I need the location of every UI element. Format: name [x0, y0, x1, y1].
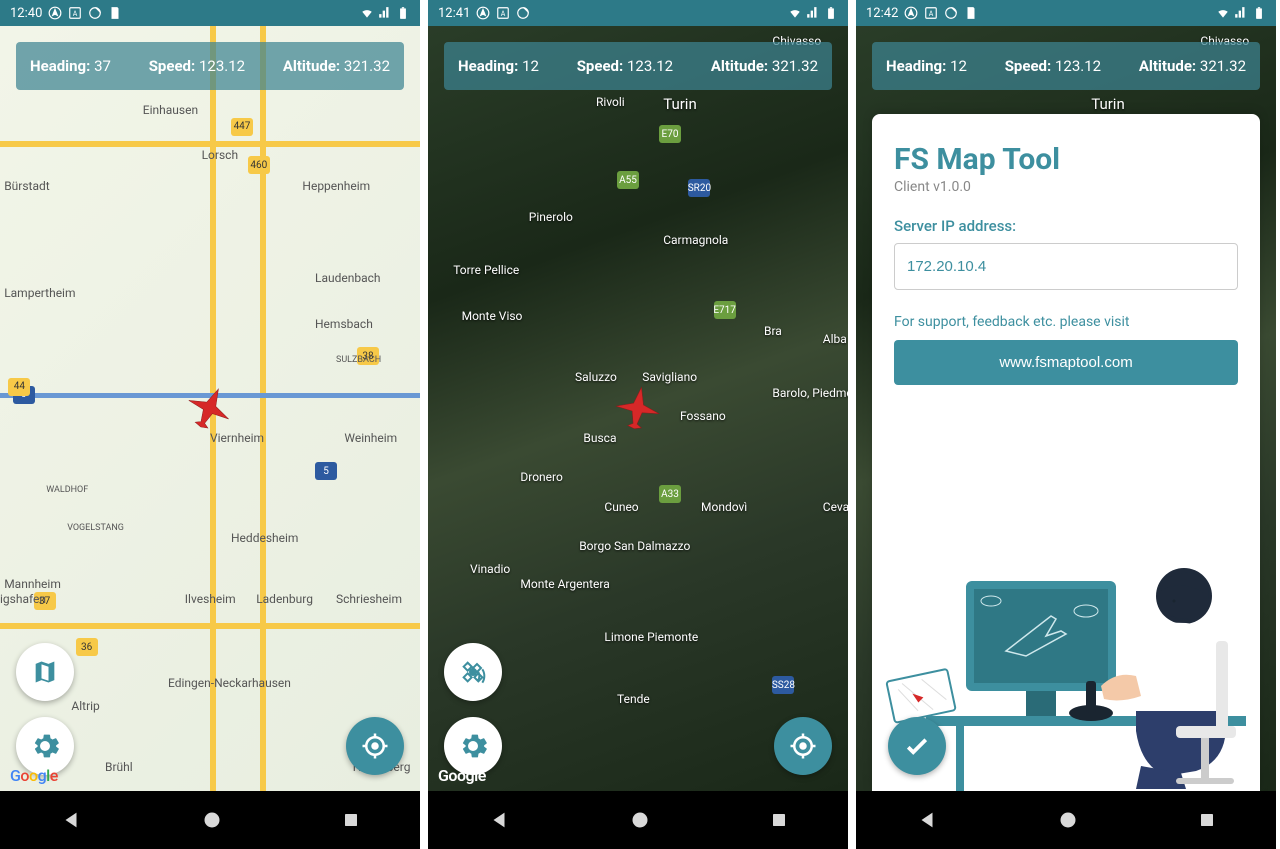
settings-screen: Chivasso Turin Heading: 12 Speed: 123.12… — [856, 26, 1276, 791]
circle-icon — [88, 6, 102, 20]
home-button[interactable] — [202, 810, 222, 830]
settings-panel: FS Map Tool Client v1.0.0 Server IP addr… — [872, 114, 1260, 791]
status-bar: 12:40 A — [0, 0, 420, 26]
letter-icon: A — [68, 6, 82, 20]
phone-screenshot-2: 12:41 A Chivasso Turin Rivoli Pinerolo C… — [428, 0, 848, 849]
check-icon — [902, 731, 932, 761]
google-logo: Google — [10, 766, 58, 785]
aircraft-marker — [185, 382, 235, 436]
signal-icon — [806, 6, 820, 20]
wifi-icon — [788, 6, 802, 20]
locate-button[interactable] — [346, 717, 404, 775]
locate-button[interactable] — [774, 717, 832, 775]
confirm-button[interactable] — [888, 717, 946, 775]
gear-icon — [458, 731, 488, 761]
website-button[interactable]: www.fsmaptool.com — [894, 340, 1238, 385]
letter-icon: A — [496, 6, 510, 20]
nav-icon — [48, 6, 62, 20]
support-text: For support, feedback etc. please visit — [894, 314, 1238, 330]
nav-icon — [904, 6, 918, 20]
map-type-button[interactable] — [16, 643, 74, 701]
crosshair-icon — [360, 731, 390, 761]
version-label: Client v1.0.0 — [894, 179, 1238, 195]
signal-icon — [1234, 6, 1248, 20]
gear-icon — [30, 731, 60, 761]
back-button[interactable] — [916, 809, 938, 831]
android-nav-bar — [428, 791, 848, 849]
map-screen[interactable]: Chivasso Turin Rivoli Pinerolo Carmagnol… — [428, 26, 848, 791]
back-button[interactable] — [488, 809, 510, 831]
signal-icon — [378, 6, 392, 20]
map-icon — [31, 658, 59, 686]
back-button[interactable] — [60, 809, 82, 831]
home-button[interactable] — [1058, 810, 1078, 830]
phone-screenshot-3: 12:42 A Chivasso Turin Heading: 12 Speed… — [856, 0, 1276, 849]
status-bar: 12:41 A — [428, 0, 848, 26]
crosshair-icon — [788, 731, 818, 761]
battery-icon — [824, 6, 838, 20]
recents-button[interactable] — [770, 811, 788, 829]
telemetry-bar: Heading: 12 Speed: 123.12 Altitude: 321.… — [444, 42, 832, 90]
aircraft-marker — [613, 382, 663, 436]
android-nav-bar — [0, 791, 420, 849]
home-button[interactable] — [630, 810, 650, 830]
sd-icon — [108, 6, 122, 20]
clock: 12:40 — [10, 6, 42, 21]
sd-icon — [964, 6, 978, 20]
map-type-button[interactable] — [444, 643, 502, 701]
android-nav-bar — [856, 791, 1276, 849]
phone-screenshot-1: 12:40 A 447 460 38 6 5 44 37 36 Einh — [0, 0, 420, 849]
ip-label: Server IP address: — [894, 217, 1238, 235]
clock: 12:42 — [866, 6, 898, 21]
wifi-icon — [360, 6, 374, 20]
ip-input[interactable] — [894, 243, 1238, 290]
circle-icon — [516, 6, 530, 20]
svg-text:A: A — [929, 10, 934, 18]
telemetry-bar: Heading: 12 Speed: 123.12 Altitude: 321.… — [872, 42, 1260, 90]
circle-icon — [944, 6, 958, 20]
svg-text:A: A — [501, 10, 506, 18]
recents-button[interactable] — [1198, 811, 1216, 829]
google-logo: Google — [438, 766, 486, 785]
battery-icon — [1252, 6, 1266, 20]
battery-icon — [396, 6, 410, 20]
app-title: FS Map Tool — [894, 142, 1238, 177]
status-bar: 12:42 A — [856, 0, 1276, 26]
clock: 12:41 — [438, 6, 470, 21]
wifi-icon — [1216, 6, 1230, 20]
recents-button[interactable] — [342, 811, 360, 829]
svg-text:A: A — [73, 10, 78, 18]
letter-icon: A — [924, 6, 938, 20]
satellite-icon — [457, 656, 489, 688]
map-screen[interactable]: 447 460 38 6 5 44 37 36 Einhausen Lorsch… — [0, 26, 420, 791]
telemetry-bar: Heading: 37 Speed: 123.12 Altitude: 321.… — [16, 42, 404, 90]
nav-icon — [476, 6, 490, 20]
